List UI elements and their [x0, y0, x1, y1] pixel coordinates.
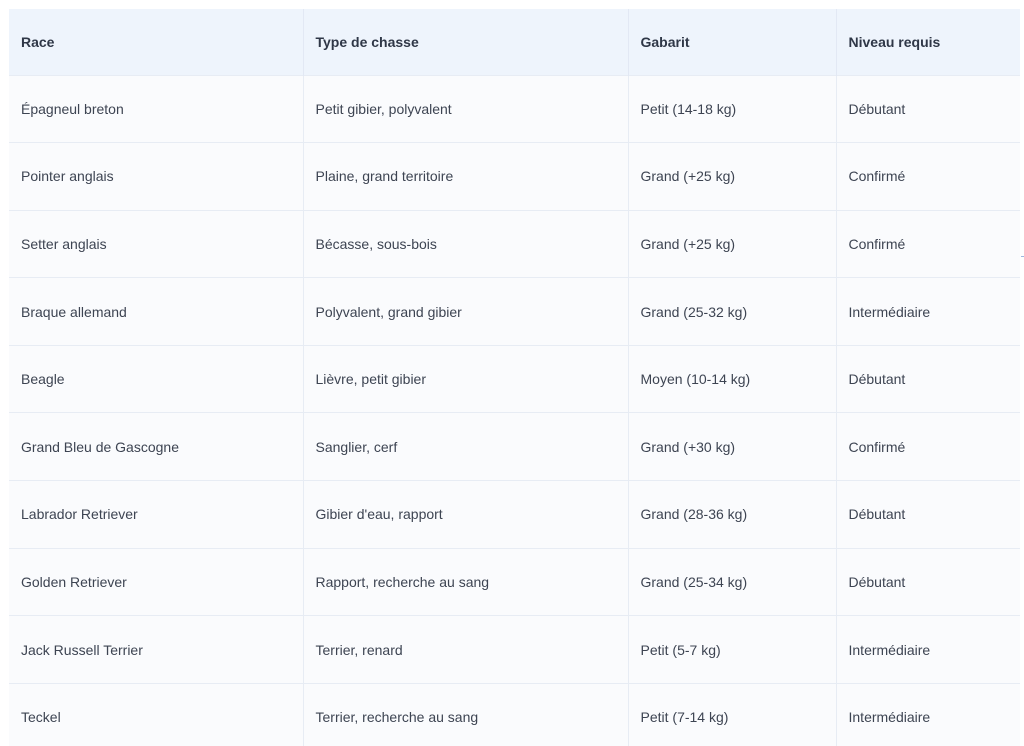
cell-gabarit: Petit (7-14 kg) [628, 683, 837, 746]
cell-gabarit: Grand (25-34 kg) [628, 548, 837, 616]
cell-niveau-requis: Intermédiaire [848, 709, 931, 726]
cell-race: Setter anglais [9, 210, 304, 278]
cell-type-de-chasse: Polyvalent, grand gibier [303, 277, 629, 346]
cell-niveau-requis: Confirmé [848, 235, 906, 252]
cell-race: Épagneul breton [9, 75, 304, 143]
table-row: Beagle Lièvre, petit gibier Moyen (10-14… [9, 345, 1020, 413]
cell-type-de-chasse: Rapport, recherche au sang [303, 548, 629, 616]
cell-race: Braque allemand [9, 277, 304, 346]
cell-niveau-requis: Intermédiaire [848, 303, 931, 320]
cell-type-de-chasse: Terrier, renard [303, 615, 629, 684]
cell-niveau-requis: Intermédiaire [848, 641, 931, 658]
cell-race: Labrador Retriever [9, 480, 304, 549]
cell-type-de-chasse: Bécasse, sous-bois [303, 210, 629, 278]
header-gabarit: Gabarit [628, 9, 837, 75]
cell-niveau-requis: Débutant [848, 371, 906, 388]
cell-race: Teckel [9, 683, 304, 746]
cell-gabarit: Moyen (10-14 kg) [628, 345, 837, 413]
cell-gabarit: Grand (28-36 kg) [628, 480, 837, 549]
cell-type-de-chasse: Petit gibier, polyvalent [303, 75, 629, 143]
table-row: Labrador Retriever Gibier d'eau, rapport… [9, 480, 1020, 549]
cell-gabarit: Petit (14-18 kg) [628, 75, 837, 143]
header-race: Race [9, 9, 304, 75]
cell-race: Golden Retriever [9, 548, 304, 616]
cell-gabarit: Grand (25-32 kg) [628, 277, 837, 346]
cell-type-de-chasse: Gibier d'eau, rapport [303, 480, 629, 549]
cell-niveau-requis: Confirmé [848, 438, 906, 455]
cell-gabarit: Grand (+25 kg) [628, 210, 837, 278]
cell-niveau-requis: Débutant [848, 573, 906, 590]
table-row: Braque allemand Polyvalent, grand gibier… [9, 277, 1020, 346]
cell-niveau-requis: Débutant [848, 100, 906, 117]
header-niveau-requis: Niveau requis [848, 33, 941, 50]
cell-race: Pointer anglais [9, 142, 304, 211]
cell-race: Beagle [9, 345, 304, 413]
cell-type-de-chasse: Sanglier, cerf [303, 412, 629, 481]
table-row: Jack Russell Terrier Terrier, renard Pet… [9, 615, 1020, 684]
cell-type-de-chasse: Plaine, grand territoire [303, 142, 629, 211]
cell-gabarit: Grand (+30 kg) [628, 412, 837, 481]
header-type-de-chasse: Type de chasse [303, 9, 629, 75]
cell-gabarit: Petit (5-7 kg) [628, 615, 837, 684]
hunting-dog-table: Race Type de chasse Gabarit Niveau requi… [9, 9, 1020, 746]
table-row: Épagneul breton Petit gibier, polyvalent… [9, 75, 1020, 143]
table-row: Golden Retriever Rapport, recherche au s… [9, 548, 1020, 616]
cell-gabarit: Grand (+25 kg) [628, 142, 837, 211]
table-row: Grand Bleu de Gascogne Sanglier, cerf Gr… [9, 412, 1020, 481]
cell-race: Grand Bleu de Gascogne [9, 412, 304, 481]
table-row: Teckel Terrier, recherche au sang Petit … [9, 683, 1020, 746]
table-body: Épagneul breton Petit gibier, polyvalent… [9, 75, 1020, 746]
cell-type-de-chasse: Terrier, recherche au sang [303, 683, 629, 746]
table-row: Setter anglais Bécasse, sous-bois Grand … [9, 210, 1020, 278]
cell-race: Jack Russell Terrier [9, 615, 304, 684]
cell-type-de-chasse: Lièvre, petit gibier [303, 345, 629, 413]
page: Race Type de chasse Gabarit Niveau requi… [0, 0, 1024, 746]
table-row: Pointer anglais Plaine, grand territoire… [9, 142, 1020, 211]
cell-niveau-requis: Confirmé [848, 168, 906, 185]
table-header-row: Race Type de chasse Gabarit Niveau requi… [9, 9, 1020, 75]
cell-niveau-requis: Débutant [848, 506, 906, 523]
table-header: Race Type de chasse Gabarit Niveau requi… [9, 9, 1020, 75]
